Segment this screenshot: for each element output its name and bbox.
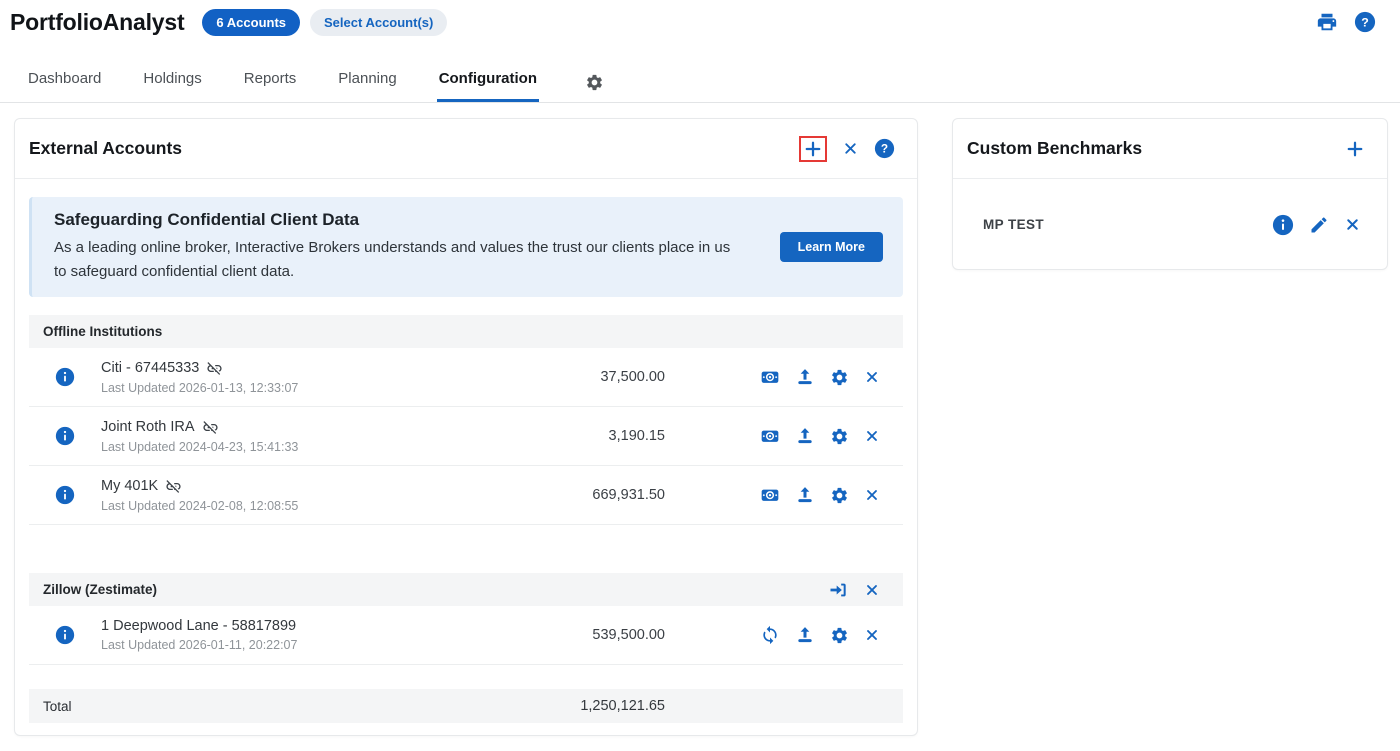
section-offline-institutions: Offline Institutions <box>29 315 903 348</box>
account-value: 3,190.15 <box>495 428 665 444</box>
last-updated: Last Updated 2024-02-08, 12:08:55 <box>101 499 495 513</box>
portfolio-analyst-page: PortfolioAnalyst 6 Accounts Select Accou… <box>0 0 1400 751</box>
account-row-citi: Citi - 67445333 Last Updated 2026-01-13,… <box>29 348 903 407</box>
tab-dashboard[interactable]: Dashboard <box>26 60 103 102</box>
custom-benchmarks-title: Custom Benchmarks <box>967 138 1345 159</box>
cash-icon[interactable] <box>760 426 780 446</box>
account-value: 539,500.00 <box>495 627 665 643</box>
help-icon[interactable]: ? <box>1354 11 1376 33</box>
accounts-count-badge[interactable]: 6 Accounts <box>202 9 300 36</box>
unlink-icon <box>165 478 182 495</box>
close-icon[interactable] <box>864 627 880 643</box>
upload-icon[interactable] <box>795 367 815 387</box>
close-icon[interactable] <box>864 487 880 503</box>
red-highlight-box <box>799 136 827 162</box>
section-label: Offline Institutions <box>43 324 880 339</box>
refresh-icon[interactable] <box>760 625 780 645</box>
gear-icon[interactable] <box>830 486 849 505</box>
custom-benchmarks-panel: Custom Benchmarks MP TEST <box>952 118 1388 270</box>
last-updated: Last Updated 2026-01-11, 20:22:07 <box>101 638 495 652</box>
help-icon[interactable]: ? <box>874 138 895 159</box>
cash-icon[interactable] <box>760 485 780 505</box>
unlink-icon <box>202 419 219 436</box>
banner-body: As a leading online broker, Interactive … <box>54 236 744 284</box>
benchmark-name: MP TEST <box>983 217 1272 232</box>
main-nav: Dashboard Holdings Reports Planning Conf… <box>0 60 1400 103</box>
last-updated: Last Updated 2024-04-23, 15:41:33 <box>101 440 495 454</box>
total-row: Total 1,250,121.65 <box>29 689 903 723</box>
info-icon[interactable] <box>55 625 75 645</box>
external-accounts-title: External Accounts <box>29 138 799 159</box>
external-accounts-panel: External Accounts ? Safeguarding <box>14 118 918 736</box>
total-label: Total <box>43 699 72 714</box>
last-updated: Last Updated 2026-01-13, 12:33:07 <box>101 381 495 395</box>
close-icon[interactable] <box>864 369 880 385</box>
app-title: PortfolioAnalyst <box>10 9 184 36</box>
upload-icon[interactable] <box>795 485 815 505</box>
tab-holdings[interactable]: Holdings <box>141 60 203 102</box>
select-accounts-button[interactable]: Select Account(s) <box>310 9 447 36</box>
gear-icon[interactable] <box>585 73 604 102</box>
upload-icon[interactable] <box>795 625 815 645</box>
gear-icon[interactable] <box>830 626 849 645</box>
banner-title: Safeguarding Confidential Client Data <box>54 210 750 230</box>
info-icon[interactable] <box>55 367 75 387</box>
section-zillow: Zillow (Zestimate) <box>29 573 903 606</box>
sign-in-icon[interactable] <box>828 580 848 600</box>
edit-icon[interactable] <box>1309 215 1329 235</box>
add-external-account-icon[interactable] <box>803 139 823 159</box>
account-value: 669,931.50 <box>495 487 665 503</box>
account-name: Joint Roth IRA <box>101 419 195 435</box>
add-benchmark-icon[interactable] <box>1345 139 1365 159</box>
account-row-my-401k: My 401K Last Updated 2024-02-08, 12:08:5… <box>29 466 903 525</box>
close-icon[interactable] <box>864 582 880 598</box>
account-row-joint-roth-ira: Joint Roth IRA Last Updated 2024-04-23, … <box>29 407 903 466</box>
info-icon[interactable] <box>55 426 75 446</box>
close-icon[interactable] <box>1344 216 1361 233</box>
account-name: Citi - 67445333 <box>101 360 199 376</box>
unlink-icon <box>206 360 223 377</box>
account-row-deepwood-lane: 1 Deepwood Lane - 58817899 Last Updated … <box>29 606 903 665</box>
svg-text:?: ? <box>1361 15 1369 29</box>
learn-more-button[interactable]: Learn More <box>780 232 883 262</box>
account-name: My 401K <box>101 478 158 494</box>
tab-reports[interactable]: Reports <box>242 60 299 102</box>
upload-icon[interactable] <box>795 426 815 446</box>
info-icon[interactable] <box>1272 214 1294 236</box>
svg-text:?: ? <box>881 142 888 156</box>
benchmark-row-mp-test: MP TEST <box>953 179 1387 270</box>
close-icon[interactable] <box>864 428 880 444</box>
close-icon[interactable] <box>842 140 859 157</box>
info-icon[interactable] <box>55 485 75 505</box>
total-value: 1,250,121.65 <box>580 698 665 714</box>
account-value: 37,500.00 <box>495 369 665 385</box>
print-icon[interactable] <box>1316 11 1338 33</box>
tab-configuration[interactable]: Configuration <box>437 60 539 102</box>
gear-icon[interactable] <box>830 427 849 446</box>
gear-icon[interactable] <box>830 368 849 387</box>
tab-planning[interactable]: Planning <box>336 60 398 102</box>
section-label: Zillow (Zestimate) <box>43 582 828 597</box>
cash-icon[interactable] <box>760 367 780 387</box>
top-header: PortfolioAnalyst 6 Accounts Select Accou… <box>0 0 1400 38</box>
account-name: 1 Deepwood Lane - 58817899 <box>101 618 296 634</box>
confidential-data-banner: Safeguarding Confidential Client Data As… <box>29 197 903 297</box>
